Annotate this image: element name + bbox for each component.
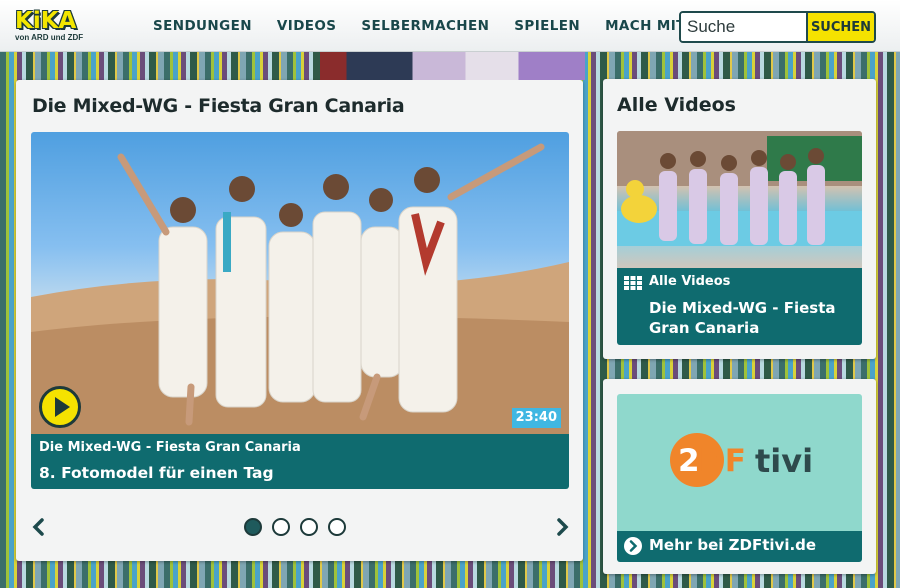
video-thumbnail[interactable]: 23:40: [31, 132, 569, 434]
svg-text:2: 2: [678, 443, 700, 479]
chevron-right-icon: [557, 518, 569, 536]
search-button[interactable]: SUCHEN: [806, 13, 874, 41]
carousel-dot-1[interactable]: [244, 518, 262, 536]
nav-item-spielen[interactable]: SPIELEN: [514, 18, 580, 34]
kika-logo[interactable]: KiKA von ARD und ZDF: [15, 9, 95, 49]
zdftivi-teaser[interactable]: 2 DF tivi Mehr bei ZDFtivi.de: [617, 394, 862, 562]
carousel-dot-3[interactable]: [300, 518, 318, 536]
nav-item-selbermachen[interactable]: SELBERMACHEN: [361, 18, 489, 34]
zdftivi-card: 2 DF tivi Mehr bei ZDFtivi.de: [603, 379, 876, 574]
nav-item-mach-mit[interactable]: MACH MIT: [605, 18, 686, 34]
site-header: KiKA von ARD und ZDF SENDUNGEN VIDEOS SE…: [0, 0, 900, 52]
nav-item-sendungen[interactable]: SENDUNGEN: [153, 18, 252, 34]
chevron-left-icon: [32, 518, 44, 536]
background-hero-strip: [320, 52, 585, 80]
search-input[interactable]: [681, 13, 806, 41]
all-videos-teaser[interactable]: Alle Videos Die Mixed-WG - Fiesta Gran C…: [617, 131, 862, 345]
svg-text:DF: DF: [699, 443, 746, 479]
pool-scene-illustration: [617, 131, 862, 246]
search-box: SUCHEN: [679, 11, 876, 43]
all-videos-card: Alle Videos Alle Videos Die Mixed-WG - F…: [603, 79, 876, 359]
teaser-title: Die Mixed-WG - Fiesta Gran Canaria: [649, 299, 836, 337]
carousel-prev-button[interactable]: [29, 516, 49, 538]
video-caption[interactable]: Die Mixed-WG - Fiesta Gran Canaria 8. Fo…: [31, 434, 569, 489]
logo-subtitle: von ARD und ZDF: [15, 33, 84, 42]
video-duration-badge: 23:40: [511, 408, 561, 428]
zdftivi-link-label: Mehr bei ZDFtivi.de: [649, 536, 817, 554]
video-episode-title: 8. Fotomodel für einen Tag: [39, 464, 274, 482]
main-nav: SENDUNGEN VIDEOS SELBERMACHEN SPIELEN MA…: [153, 0, 711, 52]
teaser-thumbnail: [617, 131, 862, 268]
zdftivi-link[interactable]: Mehr bei ZDFtivi.de: [617, 531, 862, 562]
video-series-title: Die Mixed-WG - Fiesta Gran Canaria: [39, 440, 301, 455]
zdftivi-logo: 2 DF tivi: [670, 433, 813, 487]
carousel-dot-2[interactable]: [272, 518, 290, 536]
carousel-pagination: [244, 518, 356, 536]
play-button[interactable]: [39, 386, 81, 428]
logo-wordmark: KiKA: [15, 8, 77, 34]
carousel-next-button[interactable]: [552, 516, 572, 538]
teaser-caption: Alle Videos Die Mixed-WG - Fiesta Gran C…: [617, 268, 862, 345]
svg-text:tivi: tivi: [755, 442, 813, 480]
group-photo-illustration: [31, 143, 569, 434]
featured-video-card: Die Mixed-WG - Fiesta Gran Canaria 23:40…: [16, 80, 583, 561]
all-videos-title: Alle Videos: [617, 94, 736, 116]
featured-title: Die Mixed-WG - Fiesta Gran Canaria: [32, 95, 405, 117]
teaser-tag: Alle Videos: [649, 274, 731, 289]
carousel-dot-4[interactable]: [328, 518, 346, 536]
chevron-right-circle-icon: [624, 537, 642, 555]
video-player[interactable]: 23:40 Die Mixed-WG - Fiesta Gran Canaria…: [31, 132, 569, 489]
nav-item-videos[interactable]: VIDEOS: [277, 18, 337, 34]
grid-icon: [624, 276, 642, 290]
